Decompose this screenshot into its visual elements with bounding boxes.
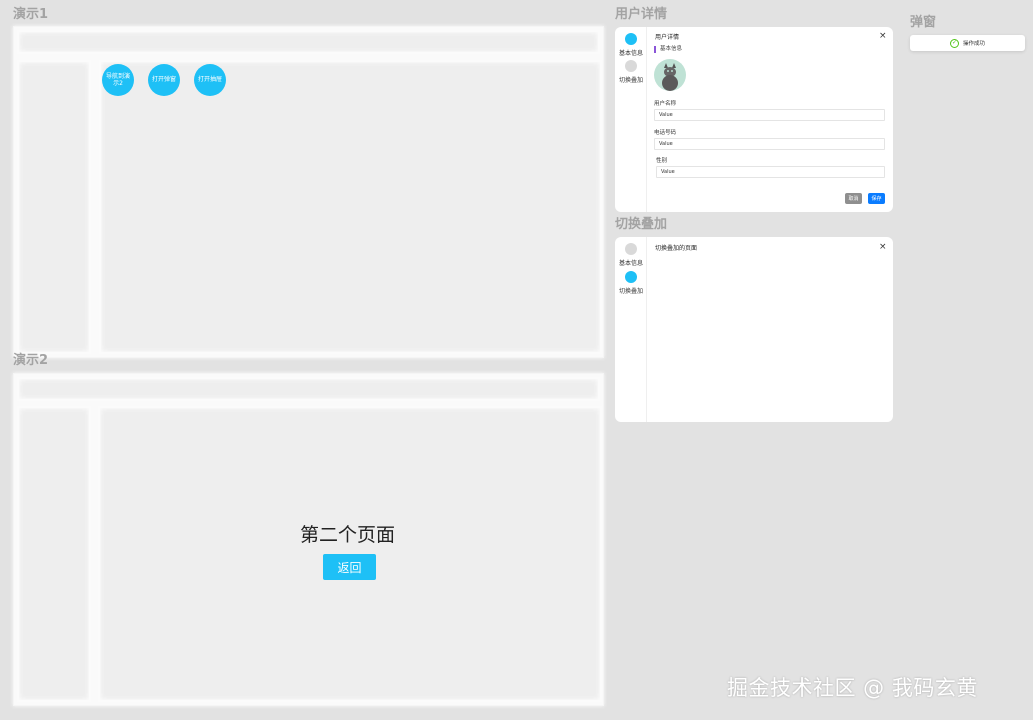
nav-switch-overlay[interactable]: 切换叠加 (615, 60, 647, 84)
nav-label: 切换叠加 (618, 288, 643, 295)
nav-basic-info[interactable]: 基本信息 (615, 243, 647, 267)
cancel-button[interactable]: 取消 (845, 193, 862, 204)
check-circle-icon: ✓ (949, 38, 959, 48)
open-modal-button[interactable]: 打开弹窗 (148, 64, 180, 96)
watermark: 掘金技术社区 @ 我码玄黄 (727, 676, 978, 700)
cat-icon (662, 63, 678, 91)
dialog-title: 用户详情 (655, 34, 680, 41)
demo1-frame: 导航到演示2 打开弹窗 打开抽屉 (13, 26, 604, 358)
field-label-phone: 电话号码 (654, 130, 677, 136)
nav-label: 切换叠加 (618, 77, 643, 84)
demo1-header-bar (17, 30, 600, 54)
field-label-username: 用户名称 (654, 101, 677, 107)
open-drawer-button[interactable]: 打开抽屉 (194, 64, 226, 96)
user-detail-panel: 基本信息 切换叠加 用户详情 × 基本信息 用户名称 Value 电话号码 Va… (615, 27, 893, 212)
phone-input[interactable]: Value (654, 138, 885, 150)
popup-section-title: 弹窗 (910, 15, 937, 30)
gender-input[interactable]: Value (656, 166, 885, 178)
demo1-title: 演示1 (13, 7, 49, 22)
nav-dot-active (625, 33, 637, 45)
dialog-title: 切换叠加的页面 (655, 245, 698, 252)
user-detail-section-title: 用户详情 (615, 7, 668, 22)
cat-avatar (654, 59, 686, 91)
nav-switch-overlay[interactable]: 切换叠加 (615, 271, 647, 295)
nav-dot-inactive (625, 60, 637, 72)
close-icon[interactable]: × (879, 243, 887, 252)
username-input[interactable]: Value (654, 109, 885, 121)
basic-info-heading: 基本信息 (654, 46, 682, 53)
nav-dot-active (625, 271, 637, 283)
nav-dot-inactive (625, 243, 637, 255)
demo2-header-bar (17, 377, 600, 401)
overlay-panel: 基本信息 切换叠加 切换叠加的页面 × (615, 237, 893, 422)
success-toast: ✓ 操作成功 (910, 35, 1025, 51)
demo2-sidebar (17, 406, 91, 702)
navigate-demo2-button[interactable]: 导航到演示2 (102, 64, 134, 96)
demo2-title: 演示2 (13, 353, 49, 368)
nav-basic-info[interactable]: 基本信息 (615, 33, 647, 57)
overlay-section-title: 切换叠加 (615, 217, 668, 232)
nav-label: 基本信息 (618, 260, 643, 267)
field-label-gender: 性别 (656, 158, 668, 164)
toast-text: 操作成功 (962, 41, 985, 47)
demo2-heading: 第二个页面 (300, 524, 396, 546)
demo1-content (99, 60, 602, 354)
save-button[interactable]: 保存 (868, 193, 885, 204)
close-icon[interactable]: × (879, 32, 887, 41)
demo1-sidebar (17, 60, 91, 354)
nav-label: 基本信息 (618, 50, 643, 57)
back-button[interactable]: 返回 (323, 554, 376, 580)
